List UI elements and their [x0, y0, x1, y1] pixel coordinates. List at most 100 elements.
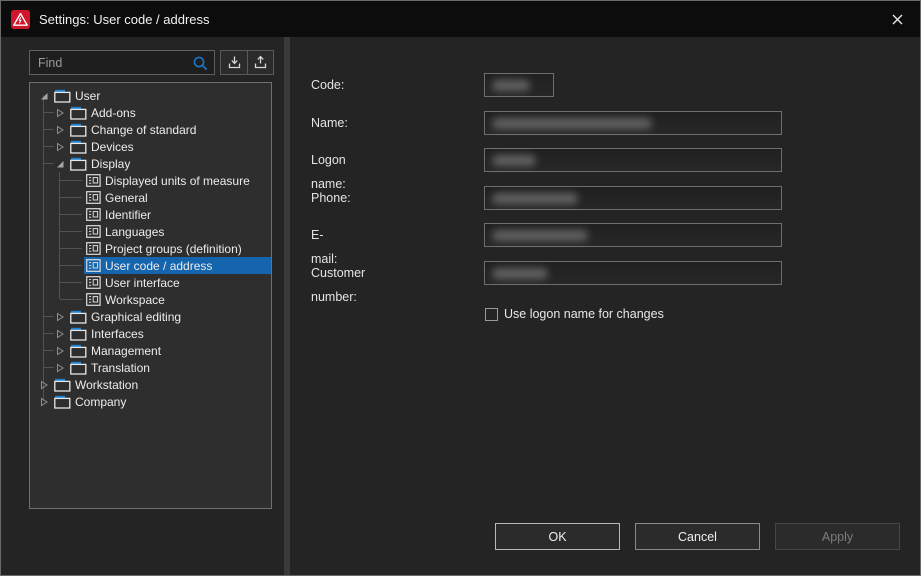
tree-item-user[interactable]: User [30, 87, 271, 104]
close-button[interactable] [874, 1, 920, 37]
cancel-button[interactable]: Cancel [635, 523, 760, 550]
tree-item-label: Company [75, 395, 132, 409]
tree-item-graphical-editing[interactable]: Graphical editing [30, 308, 271, 325]
tree-item-content: Change of standard [68, 121, 271, 138]
tree-item-label: Languages [105, 225, 170, 239]
settings-page-icon [86, 174, 101, 187]
title-bar: Settings: User code / address [1, 1, 920, 37]
window-title: Settings: User code / address [39, 12, 210, 27]
tree-item-add-ons[interactable]: Add-ons [30, 104, 271, 121]
tree-item-label: Graphical editing [91, 310, 187, 324]
tree-item-content: General [84, 189, 271, 206]
tree-item-translation[interactable]: Translation [30, 359, 271, 376]
tree-guide-stub [60, 214, 82, 215]
phone-input[interactable] [484, 186, 782, 210]
settings-page-icon [86, 259, 101, 272]
tree-item-workspace[interactable]: Workspace [30, 291, 271, 308]
expander-collapsed-icon[interactable] [53, 121, 67, 138]
tree-item-identifier[interactable]: Identifier [30, 206, 271, 223]
expander-collapsed-icon[interactable] [53, 104, 67, 121]
tree-guide-line [43, 172, 44, 189]
tree-item-project-groups-definition[interactable]: Project groups (definition) [30, 240, 271, 257]
find-input[interactable] [30, 51, 214, 74]
tree-item-content: User code / address [84, 257, 271, 274]
settings-page-icon [86, 242, 101, 255]
use-logon-name-checkbox[interactable] [485, 308, 498, 321]
tree-item-change-of-standard[interactable]: Change of standard [30, 121, 271, 138]
redacted-value [492, 193, 578, 204]
tree-item-label: Display [91, 157, 136, 171]
settings-page-icon [86, 225, 101, 238]
app-logo-icon [11, 10, 30, 29]
expander-collapsed-icon[interactable] [53, 325, 67, 342]
tree-item-label: General [105, 191, 154, 205]
tree-item-user-interface[interactable]: User interface [30, 274, 271, 291]
apply-button[interactable]: Apply [775, 523, 900, 550]
tree-item-content: Add-ons [68, 104, 271, 121]
name-input[interactable] [484, 111, 782, 135]
expander-collapsed-icon[interactable] [37, 376, 51, 393]
tree-item-user-code-address[interactable]: User code / address [30, 257, 271, 274]
folder-icon [70, 140, 87, 154]
tree-item-workstation[interactable]: Workstation [30, 376, 271, 393]
tree-item-content: Translation [68, 359, 271, 376]
expander-collapsed-icon[interactable] [37, 393, 51, 410]
ok-button[interactable]: OK [495, 523, 620, 550]
tree-item-content: Display [68, 155, 271, 172]
panel-splitter[interactable] [284, 37, 290, 576]
tree-item-label: Workspace [105, 293, 171, 307]
expander-collapsed-icon[interactable] [53, 359, 67, 376]
phone-label: Phone: [311, 186, 351, 210]
tree-item-interfaces[interactable]: Interfaces [30, 325, 271, 342]
expander-collapsed-icon[interactable] [53, 138, 67, 155]
redacted-value [492, 155, 536, 166]
import-icon [227, 55, 242, 70]
logon-name-input[interactable] [484, 148, 782, 172]
tree-item-management[interactable]: Management [30, 342, 271, 359]
tree-item-label: Project groups (definition) [105, 242, 248, 256]
import-settings-button[interactable] [221, 51, 247, 74]
tree-item-display[interactable]: Display [30, 155, 271, 172]
folder-icon [70, 106, 87, 120]
tree-item-content: Project groups (definition) [84, 240, 271, 257]
tree-item-label: User interface [105, 276, 186, 290]
folder-icon [54, 89, 71, 103]
tree-item-displayed-units-of-measure[interactable]: Displayed units of measure [30, 172, 271, 189]
folder-icon [70, 157, 87, 171]
folder-icon [70, 361, 87, 375]
tree-guide-stub [60, 265, 82, 266]
folder-icon [70, 344, 87, 358]
settings-page-icon [86, 191, 101, 204]
redacted-value [492, 268, 548, 279]
code-label: Code: [311, 73, 344, 97]
redacted-value [492, 230, 588, 241]
tree-item-languages[interactable]: Languages [30, 223, 271, 240]
expander-expanded-icon[interactable] [37, 87, 51, 104]
find-box [29, 50, 215, 75]
tree-guide-stub [60, 197, 82, 198]
tree-item-company[interactable]: Company [30, 393, 271, 410]
expander-collapsed-icon[interactable] [53, 308, 67, 325]
tree-item-label: User code / address [105, 259, 218, 273]
search-icon [192, 55, 209, 72]
expander-collapsed-icon[interactable] [53, 342, 67, 359]
tree-item-content: Graphical editing [68, 308, 271, 325]
settings-tree: User Add-onsChange of standard Devices Disp… [29, 82, 272, 509]
code-input[interactable] [484, 73, 554, 97]
tree-item-devices[interactable]: Devices [30, 138, 271, 155]
export-settings-button[interactable] [247, 51, 273, 74]
expander-expanded-icon[interactable] [53, 155, 67, 172]
customer-number-input[interactable] [484, 261, 782, 285]
folder-icon [70, 310, 87, 324]
email-input[interactable] [484, 223, 782, 247]
folder-icon [70, 327, 87, 341]
tree-guide-stub [60, 180, 82, 181]
tree-item-general[interactable]: General [30, 189, 271, 206]
tree-item-label: Devices [91, 140, 140, 154]
tree-guide-line [43, 291, 44, 308]
tree-guide-line [43, 223, 44, 240]
tree-item-label: Workstation [75, 378, 144, 392]
tree-item-label: Add-ons [91, 106, 142, 120]
tree-item-content: User [52, 87, 271, 104]
settings-page-icon [86, 276, 101, 289]
